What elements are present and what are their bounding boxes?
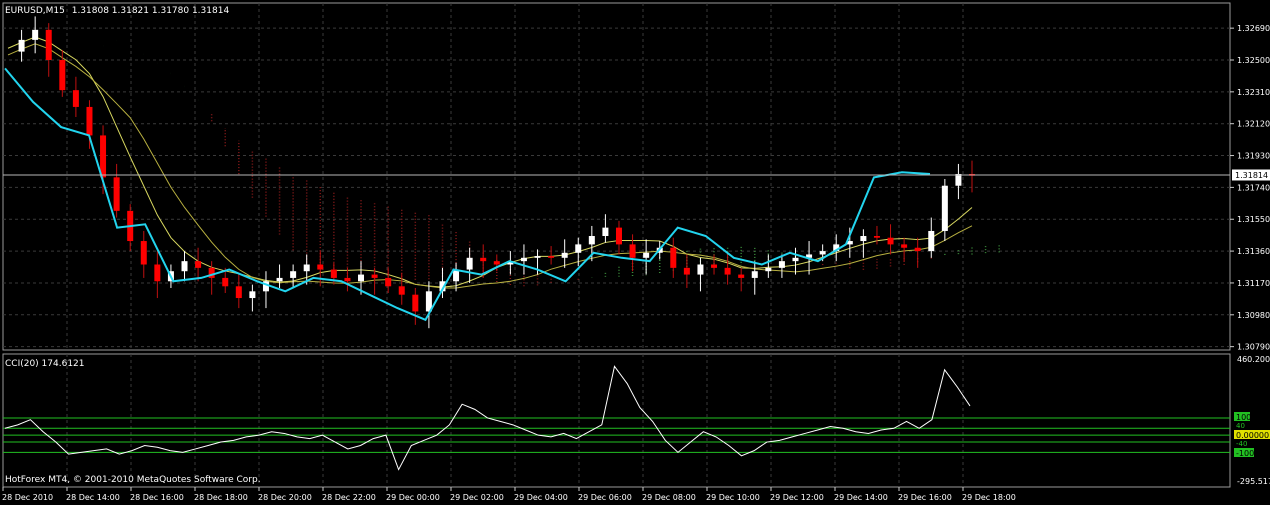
- price-tick-label: 1.32690: [1237, 24, 1270, 33]
- bull-candle: [860, 236, 867, 242]
- bear-candle: [235, 286, 242, 299]
- bear-candle: [738, 274, 745, 278]
- level-100-text: 100: [1236, 413, 1251, 422]
- bear-candle: [629, 244, 636, 258]
- bear-candle: [914, 247, 921, 252]
- bull-candle: [778, 261, 785, 268]
- price-tick-label: 1.31740: [1237, 183, 1270, 192]
- bull-candle: [765, 267, 772, 272]
- bear-candle: [195, 261, 202, 268]
- bear-candle: [86, 106, 93, 136]
- bull-candle: [520, 257, 527, 262]
- bear-candle: [371, 274, 378, 278]
- bull-candle: [643, 252, 650, 258]
- price-tick-label: 1.30980: [1237, 311, 1270, 320]
- bull-candle: [534, 256, 541, 258]
- level-40-text: 40: [1236, 422, 1245, 430]
- bear-candle: [154, 264, 161, 282]
- bear-candle: [493, 261, 500, 265]
- bull-candle: [303, 264, 310, 272]
- time-tick-label: 29 Dec 02:00: [450, 493, 504, 502]
- time-tick-label: 29 Dec 18:00: [962, 493, 1016, 502]
- bear-candle: [45, 29, 52, 60]
- current-price-box: 1.31814: [1232, 169, 1270, 181]
- bear-candle: [873, 236, 880, 238]
- price-tick-label: 1.32310: [1237, 88, 1270, 97]
- time-tick-label: 29 Dec 16:00: [898, 493, 952, 502]
- time-tick-label: 28 Dec 22:00: [322, 493, 376, 502]
- time-tick-label: 28 Dec 14:00: [66, 493, 120, 502]
- bull-candle: [466, 257, 473, 270]
- price-tick-label: 1.30790: [1237, 343, 1270, 352]
- bear-candle: [412, 294, 419, 312]
- time-tick-label: 28 Dec 2010: [2, 493, 53, 502]
- bear-candle: [385, 277, 392, 287]
- time-tick-label: 29 Dec 12:00: [770, 493, 824, 502]
- bull-candle: [32, 29, 39, 40]
- bull-candle: [819, 251, 826, 255]
- time-tick-label: 29 Dec 06:00: [578, 493, 632, 502]
- bear-candle: [724, 267, 731, 275]
- bear-candle: [398, 286, 405, 295]
- bull-candle: [928, 230, 935, 252]
- time-tick-label: 28 Dec 20:00: [258, 493, 312, 502]
- level-m100-text: -100: [1236, 449, 1254, 458]
- bear-candle: [113, 177, 120, 211]
- bull-candle: [792, 257, 799, 262]
- bull-candle: [697, 264, 704, 275]
- symbol-label: EURUSD,M15 1.31808 1.31821 1.31780 1.318…: [5, 6, 229, 16]
- bull-candle: [751, 271, 758, 278]
- bull-candle: [575, 244, 582, 253]
- bear-candle: [317, 264, 324, 270]
- bear-candle: [548, 256, 555, 258]
- bull-candle: [18, 39, 25, 52]
- time-tick-label: 29 Dec 10:00: [706, 493, 760, 502]
- level-m40-text: -40: [1236, 440, 1247, 448]
- time-tick-label: 28 Dec 18:00: [194, 493, 248, 502]
- cci-scale-top: 460.2000: [1237, 355, 1270, 364]
- bull-candle: [276, 277, 283, 282]
- price-tick-label: 1.31170: [1237, 279, 1270, 288]
- bull-candle: [602, 227, 609, 237]
- price-tick-label: 1.32120: [1237, 120, 1270, 129]
- price-tick-label: 1.32500: [1237, 56, 1270, 65]
- bear-candle: [72, 90, 79, 107]
- bear-candle: [683, 267, 690, 275]
- bull-candle: [249, 291, 256, 299]
- cci-scale-bottom: -295.5175: [1237, 477, 1270, 486]
- bear-candle: [711, 264, 718, 268]
- bull-candle: [588, 236, 595, 245]
- price-tick-label: 1.31550: [1237, 215, 1270, 224]
- bull-candle: [181, 261, 188, 272]
- bear-candle: [222, 277, 229, 287]
- bear-candle: [59, 59, 66, 91]
- bear-candle: [615, 227, 622, 245]
- bull-candle: [358, 274, 365, 282]
- bear-candle: [901, 244, 908, 248]
- bear-candle: [480, 257, 487, 262]
- bear-candle: [670, 247, 677, 268]
- time-tick-label: 29 Dec 04:00: [514, 493, 568, 502]
- level-zero-text: 0.00000: [1236, 431, 1269, 440]
- mt4-chart[interactable]: EURUSD,M15 1.31808 1.31821 1.31780 1.318…: [0, 0, 1270, 505]
- bull-candle: [290, 271, 297, 278]
- bull-candle: [955, 173, 962, 186]
- time-tick-label: 29 Dec 08:00: [642, 493, 696, 502]
- price-tick-label: 1.31930: [1237, 152, 1270, 161]
- bear-candle: [140, 241, 147, 265]
- cci-label: CCI(20) 174.6121: [5, 359, 85, 369]
- bear-candle: [344, 277, 351, 282]
- bear-candle: [887, 237, 894, 245]
- time-tick-label: 29 Dec 00:00: [386, 493, 440, 502]
- svg-text:1.31814: 1.31814: [1235, 171, 1268, 180]
- price-tick-label: 1.31360: [1237, 247, 1270, 256]
- bull-candle: [561, 252, 568, 258]
- bear-candle: [330, 269, 337, 278]
- time-tick-label: 29 Dec 14:00: [834, 493, 888, 502]
- bull-candle: [941, 185, 948, 231]
- copyright-text: HotForex MT4, © 2001-2010 MetaQuotes Sof…: [5, 475, 261, 485]
- time-tick-label: 28 Dec 16:00: [130, 493, 184, 502]
